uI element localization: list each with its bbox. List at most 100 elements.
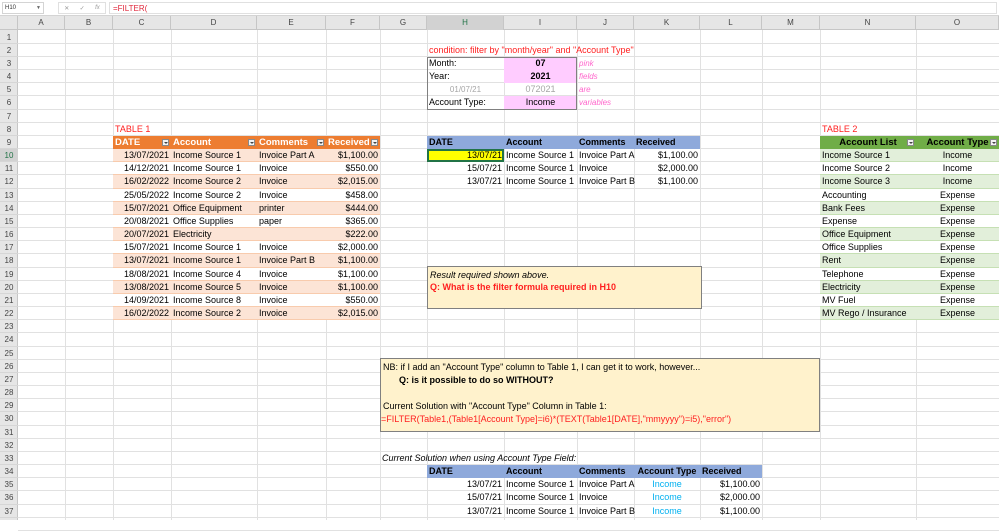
result-cell[interactable]: Invoice Part B: [577, 175, 635, 188]
row-header-35[interactable]: 35: [0, 478, 18, 492]
cancel-icon[interactable]: ✕: [64, 5, 69, 12]
table2-cell[interactable]: Telephone: [820, 267, 916, 281]
column-header-J[interactable]: J: [577, 16, 634, 30]
table1-cell[interactable]: $2,015.00: [326, 307, 380, 321]
column-header-O[interactable]: O: [916, 16, 999, 30]
table1-cell[interactable]: Income Source 1: [171, 149, 257, 163]
table1-cell[interactable]: $1,100.00: [326, 149, 380, 163]
chevron-down-icon[interactable]: ▼: [36, 3, 41, 13]
name-box[interactable]: H10 ▼: [2, 2, 44, 14]
table1-cell[interactable]: $1,100.00: [326, 280, 380, 294]
table2-cell[interactable]: MV Rego / Insurance: [820, 307, 916, 321]
solution-cell[interactable]: Income Source 1: [504, 505, 577, 518]
row-header-20[interactable]: 20: [0, 281, 18, 294]
table1-cell[interactable]: $365.00: [326, 214, 380, 229]
table2-cell[interactable]: Accounting: [820, 188, 916, 202]
table1-cell[interactable]: Income Source 1: [171, 241, 257, 255]
table2-cell[interactable]: Expense: [916, 307, 999, 321]
row-header-23[interactable]: 23: [0, 320, 18, 334]
table1-cell[interactable]: Invoice: [257, 267, 326, 281]
row-header-30[interactable]: 30: [0, 412, 18, 426]
formula-input[interactable]: =FILTER(: [109, 2, 997, 14]
table2-cell[interactable]: Office Equipment: [820, 228, 916, 242]
column-header-A[interactable]: A: [18, 16, 65, 30]
row-header-10[interactable]: 10: [0, 149, 18, 163]
table1-cell[interactable]: Invoice: [257, 280, 326, 294]
row-header-16[interactable]: 16: [0, 228, 18, 242]
table2-cell[interactable]: Rent: [820, 254, 916, 268]
table1-cell[interactable]: $1,100.00: [326, 267, 380, 281]
table1-cell[interactable]: 14/09/2021: [113, 293, 171, 308]
table2-cell[interactable]: Expense: [916, 201, 999, 215]
table2-cell[interactable]: Electricity: [820, 280, 916, 294]
row-header-32[interactable]: 32: [0, 439, 18, 452]
row-header-36[interactable]: 36: [0, 491, 18, 505]
table2-cell[interactable]: Income Source 2: [820, 162, 916, 176]
result-cell[interactable]: $2,000.00: [634, 162, 700, 175]
table2-cell[interactable]: Expense: [916, 188, 999, 202]
column-header-B[interactable]: B: [65, 16, 113, 30]
row-header-21[interactable]: 21: [0, 294, 18, 308]
table1-cell[interactable]: Invoice Part B: [257, 254, 326, 268]
solution-cell[interactable]: Income: [634, 491, 700, 504]
solution-cell[interactable]: Invoice Part A: [577, 478, 635, 491]
row-header-5[interactable]: 5: [0, 83, 18, 97]
result-cell[interactable]: Invoice: [577, 162, 634, 175]
row-header-22[interactable]: 22: [0, 307, 18, 321]
table2-cell[interactable]: Expense: [916, 280, 999, 294]
result-cell[interactable]: 15/07/21: [427, 162, 504, 175]
table1-cell[interactable]: Income Source 2: [171, 188, 257, 202]
table2-cell[interactable]: Expense: [820, 214, 916, 229]
table1-cell[interactable]: Electricity: [171, 228, 257, 242]
row-header-27[interactable]: 27: [0, 373, 18, 387]
solution-cell[interactable]: Income Source 1: [504, 491, 577, 504]
table1-cell[interactable]: 15/07/2021: [113, 241, 171, 255]
solution-cell[interactable]: Income: [634, 478, 700, 491]
row-header-3[interactable]: 3: [0, 57, 18, 70]
table1-cell[interactable]: Income Source 5: [171, 280, 257, 294]
table2-cell[interactable]: Expense: [916, 267, 999, 281]
table1-cell[interactable]: Invoice: [257, 188, 326, 202]
table2-cell[interactable]: Expense: [916, 241, 999, 255]
column-header-G[interactable]: G: [380, 16, 427, 30]
result-cell[interactable]: Invoice Part A: [577, 149, 635, 162]
table1-cell[interactable]: Office Equipment: [171, 201, 257, 215]
solution-cell[interactable]: Invoice: [577, 491, 634, 504]
result-cell[interactable]: Income Source 1: [504, 175, 577, 188]
row-header-1[interactable]: 1: [0, 31, 18, 44]
table2-cell[interactable]: Expense: [916, 254, 999, 268]
row-header-26[interactable]: 26: [0, 360, 18, 373]
table1-cell[interactable]: $1,100.00: [326, 254, 380, 268]
table2-cell[interactable]: Income Source 1: [820, 149, 916, 163]
row-header-2[interactable]: 2: [0, 44, 18, 57]
row-header-25[interactable]: 25: [0, 347, 18, 360]
table1-cell[interactable]: Income Source 8: [171, 293, 257, 308]
table1-cell[interactable]: Income Source 1: [171, 254, 257, 268]
table1-cell[interactable]: Income Source 1: [171, 162, 257, 176]
solution-cell[interactable]: Invoice Part B: [577, 505, 635, 518]
table1-cell[interactable]: $550.00: [326, 162, 380, 176]
solution-cell[interactable]: 13/07/21: [427, 505, 504, 518]
table1-cell[interactable]: Office Supplies: [171, 214, 257, 229]
solution-cell[interactable]: 13/07/21: [427, 478, 504, 491]
table2-cell[interactable]: Income: [916, 175, 999, 189]
column-header-D[interactable]: D: [171, 16, 257, 30]
solution-cell[interactable]: 15/07/21: [427, 491, 504, 504]
result-cell[interactable]: Income Source 1: [504, 149, 577, 162]
column-header-I[interactable]: I: [504, 16, 577, 30]
table1-cell[interactable]: paper: [257, 214, 326, 229]
column-header-F[interactable]: F: [326, 16, 380, 30]
row-header-18[interactable]: 18: [0, 254, 18, 268]
table1-cell[interactable]: Invoice: [257, 307, 326, 321]
table1-cell[interactable]: 20/07/2021: [113, 228, 171, 242]
table2-cell[interactable]: Income Source 3: [820, 175, 916, 189]
table1-cell[interactable]: Invoice: [257, 175, 326, 189]
table1-cell[interactable]: 25/05/2022: [113, 188, 171, 202]
row-header-37[interactable]: 37: [0, 505, 18, 518]
column-header-K[interactable]: K: [634, 16, 700, 30]
table1-cell[interactable]: Invoice Part A: [257, 149, 326, 163]
filter-dropdown-icon[interactable]: [990, 138, 997, 146]
table2-cell[interactable]: Expense: [916, 228, 999, 242]
row-header-15[interactable]: 15: [0, 215, 18, 229]
column-header-E[interactable]: E: [257, 16, 326, 30]
